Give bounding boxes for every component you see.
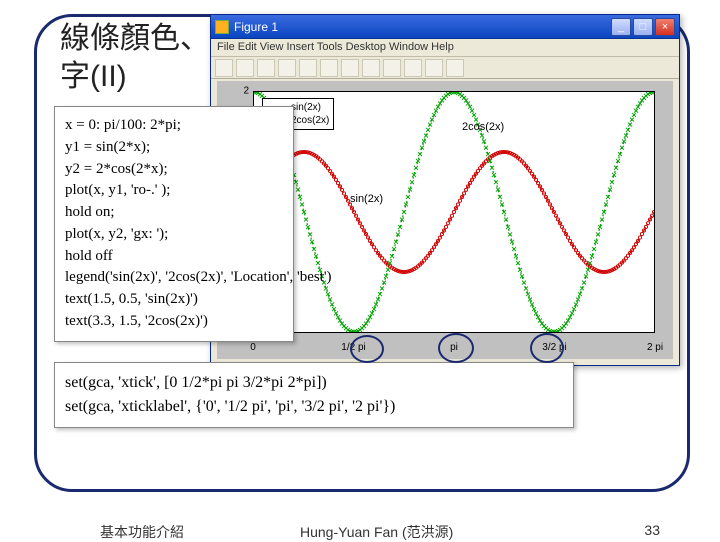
close-button[interactable]: × [655,18,675,36]
figure-title-text: Figure 1 [234,20,278,34]
toolbar-datatip-icon[interactable] [404,59,422,77]
toolbar-legend-icon[interactable] [446,59,464,77]
text-annotation-sin: sin(2x) [350,193,383,205]
callout-ellipse-1 [350,335,384,363]
callout-ellipse-2 [438,333,474,363]
title-line2: 字(II) [60,60,127,93]
x-tick-label: 2 pi [647,342,663,353]
footer-page-number: 33 [644,522,660,538]
maximize-button[interactable]: □ [633,18,653,36]
code-block-2: set(gca, 'xtick', [0 1/2*pi pi 3/2*pi 2*… [54,362,574,428]
footer-center: Hung-Yuan Fan (范洪源) [300,522,453,542]
toolbar-zoomin-icon[interactable] [320,59,338,77]
toolbar-pan-icon[interactable] [362,59,380,77]
legend-label-b: 2cos(2x) [291,114,329,127]
axes: sin(2x) 2cos(2x) sin(2x) 2cos(2x) [253,91,655,333]
figure-titlebar[interactable]: Figure 1 _ □ × [211,15,679,39]
figure-toolbar[interactable] [211,57,679,79]
toolbar-open-icon[interactable] [236,59,254,77]
text-annotation-cos: 2cos(2x) [462,121,504,133]
matlab-figure-icon [215,20,229,34]
legend-label-a: sin(2x) [291,101,321,114]
toolbar-colorbar-icon[interactable] [425,59,443,77]
x-tick-label: 0 [250,342,256,353]
minimize-button[interactable]: _ [611,18,631,36]
y-tick-label: 2 [221,86,249,97]
footer-left: 基本功能介紹 [100,522,184,542]
toolbar-zoomout-icon[interactable] [341,59,359,77]
toolbar-new-icon[interactable] [215,59,233,77]
toolbar-save-icon[interactable] [257,59,275,77]
toolbar-rotate-icon[interactable] [383,59,401,77]
toolbar-print-icon[interactable] [278,59,296,77]
code-block-1: x = 0: pi/100: 2*pi; y1 = sin(2*x); y2 =… [54,106,294,342]
figure-menubar[interactable]: File Edit View Insert Tools Desktop Wind… [211,39,679,57]
toolbar-cursor-icon[interactable] [299,59,317,77]
callout-ellipse-3 [530,333,564,363]
